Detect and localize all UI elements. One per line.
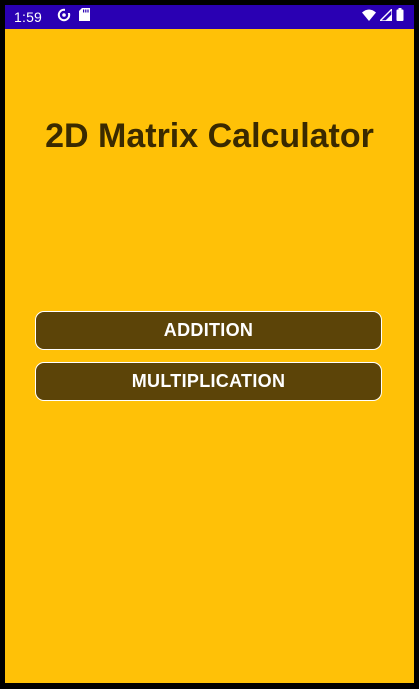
status-right-icons [362, 7, 404, 26]
addition-button[interactable]: ADDITION [35, 311, 382, 350]
status-time: 1:59 [14, 9, 43, 25]
phone-frame: 1:59 2D Matrix Calculator ADDITION MULTI… [0, 0, 419, 689]
status-bar: 1:59 [5, 5, 414, 29]
battery-icon [396, 8, 404, 26]
sd-card-icon [79, 8, 90, 26]
app-title: 2D Matrix Calculator [45, 117, 374, 155]
status-left-icons [57, 7, 90, 27]
sync-icon [57, 7, 71, 27]
app-screen: 2D Matrix Calculator ADDITION MULTIPLICA… [5, 29, 414, 683]
wifi-icon [362, 8, 376, 26]
cell-signal-icon [378, 7, 393, 26]
multiplication-button[interactable]: MULTIPLICATION [35, 362, 382, 401]
